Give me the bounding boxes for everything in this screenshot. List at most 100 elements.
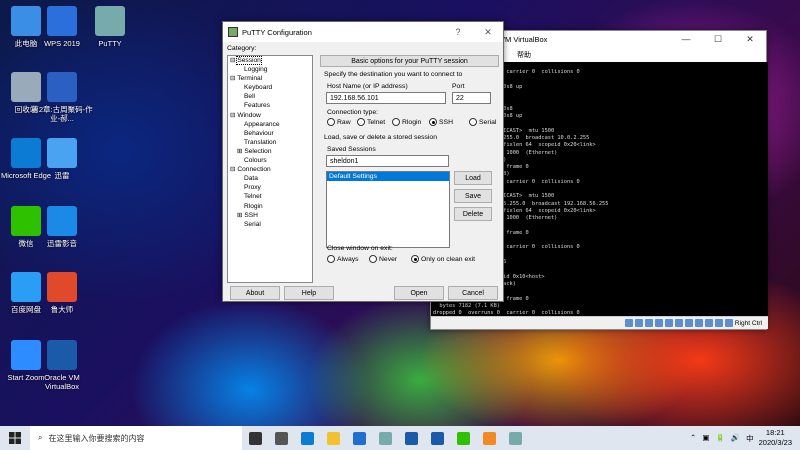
taskbar-app[interactable] bbox=[398, 426, 424, 450]
putty-window[interactable]: PuTTY Configuration ? ✕ Category: ⊟ Sessi… bbox=[222, 21, 504, 302]
help-button[interactable]: Help bbox=[284, 286, 334, 300]
port-input[interactable]: 22 bbox=[452, 92, 491, 104]
putty-title-bar[interactable]: PuTTY Configuration ? ✕ bbox=[223, 22, 503, 42]
radio-label: Never bbox=[379, 255, 398, 263]
cancel-button[interactable]: Cancel bbox=[448, 286, 498, 300]
tree-item-label: Appearance bbox=[244, 120, 280, 128]
tree-item-translation[interactable]: Translation bbox=[228, 138, 312, 147]
start-button[interactable] bbox=[0, 426, 30, 450]
usb-icon[interactable] bbox=[664, 319, 673, 327]
radio-raw[interactable]: Raw bbox=[327, 118, 351, 126]
close-option-1[interactable]: Never bbox=[369, 255, 397, 263]
maximize-icon[interactable]: ☐ bbox=[702, 34, 734, 45]
clock[interactable]: 18:21 2020/3/23 bbox=[759, 428, 792, 448]
shared-folder-icon[interactable] bbox=[674, 319, 683, 327]
desktop-icon-label: Oracle VM VirtualBox bbox=[44, 373, 80, 391]
tree-item-colours[interactable]: Colours bbox=[228, 156, 312, 165]
keyboard-icon[interactable] bbox=[724, 319, 733, 327]
taskbar-app[interactable] bbox=[242, 426, 268, 450]
about-button[interactable]: About bbox=[230, 286, 280, 300]
taskbar-app[interactable] bbox=[320, 426, 346, 450]
help-icon[interactable]: ? bbox=[443, 27, 473, 38]
radio-ssh[interactable]: SSH bbox=[429, 118, 453, 126]
tree-item-connection[interactable]: ⊟ Connection bbox=[228, 165, 312, 174]
tray-icon[interactable]: ⌃ bbox=[690, 433, 696, 444]
minimize-icon[interactable]: — bbox=[670, 34, 702, 45]
tray-icon[interactable]: 🔊 bbox=[731, 433, 740, 444]
taskbar-app[interactable] bbox=[294, 426, 320, 450]
desktop-icon[interactable]: 迅雷影音 bbox=[30, 206, 94, 248]
category-tree[interactable]: ⊟ Session Logging ⊟ Terminal Keyboard Bell Fe… bbox=[227, 55, 313, 283]
radio-circle bbox=[327, 118, 335, 126]
cortana-icon bbox=[248, 431, 262, 445]
tray-icon[interactable]: ▣ bbox=[702, 433, 709, 444]
saved-sessions-label: Saved Sessions bbox=[327, 146, 376, 153]
tree-item-label: Rlogin bbox=[244, 202, 263, 210]
radio-serial[interactable]: Serial bbox=[469, 118, 496, 126]
taskbar-app[interactable] bbox=[268, 426, 294, 450]
tree-item-label: Session bbox=[236, 56, 262, 65]
save-button[interactable]: Save bbox=[454, 189, 492, 203]
mouse-icon[interactable] bbox=[714, 319, 723, 327]
optical-icon[interactable] bbox=[634, 319, 643, 327]
tree-item-proxy[interactable]: Proxy bbox=[228, 183, 312, 192]
xunlei-video-icon bbox=[47, 206, 77, 236]
session-item[interactable]: Default Settings bbox=[327, 172, 449, 181]
desktop-icon[interactable]: 鲁大师 bbox=[30, 272, 94, 314]
tree-item-logging[interactable]: Logging bbox=[228, 65, 312, 74]
tray-icon[interactable]: 🔋 bbox=[715, 433, 724, 444]
tree-item-window[interactable]: ⊟ Window bbox=[228, 111, 312, 120]
taskbar-app[interactable] bbox=[502, 426, 528, 450]
radio-label: Only on clean exit bbox=[421, 255, 476, 263]
desktop-icon[interactable]: 第2章:古周聚码-作业-郝... bbox=[30, 72, 94, 123]
taskbar-app[interactable] bbox=[346, 426, 372, 450]
recording-icon[interactable] bbox=[694, 319, 703, 327]
close-option-0[interactable]: Always bbox=[327, 255, 359, 263]
tree-item-behaviour[interactable]: Behaviour bbox=[228, 129, 312, 138]
radio-rlogin[interactable]: Rlogin bbox=[392, 118, 421, 126]
tree-item-data[interactable]: Data bbox=[228, 174, 312, 183]
tree-item-selection[interactable]: ⊞ Selection bbox=[228, 147, 312, 156]
load-button[interactable]: Load bbox=[454, 171, 492, 185]
menu-item[interactable]: 帮助 bbox=[517, 50, 531, 60]
saved-session-input[interactable]: sheldon1 bbox=[326, 155, 449, 167]
tree-item-label: Data bbox=[244, 175, 258, 183]
tree-item-features[interactable]: Features bbox=[228, 101, 312, 110]
tray-icon[interactable]: 中 bbox=[746, 433, 754, 444]
delete-button[interactable]: Delete bbox=[454, 207, 492, 221]
taskbar-app[interactable] bbox=[424, 426, 450, 450]
virtualbox-icon bbox=[47, 340, 77, 370]
tree-item-label: Terminal bbox=[237, 75, 263, 83]
tree-item-session[interactable]: ⊟ Session bbox=[228, 56, 312, 65]
sessions-list[interactable]: Default Settings bbox=[326, 171, 450, 248]
taskbar-app[interactable] bbox=[372, 426, 398, 450]
network-icon[interactable] bbox=[654, 319, 663, 327]
desktop-icon[interactable]: PuTTY bbox=[78, 6, 142, 48]
tree-item-appearance[interactable]: Appearance bbox=[228, 120, 312, 129]
audio-icon[interactable] bbox=[644, 319, 653, 327]
tree-item-bell[interactable]: Bell bbox=[228, 92, 312, 101]
tree-item-terminal[interactable]: ⊟ Terminal bbox=[228, 74, 312, 83]
tree-item-label: Keyboard bbox=[244, 84, 273, 92]
desktop-icon[interactable]: Oracle VM VirtualBox bbox=[30, 340, 94, 391]
close-icon[interactable]: ✕ bbox=[473, 27, 503, 38]
host-input[interactable]: 192.168.56.101 bbox=[326, 92, 446, 104]
tree-item-rlogin[interactable]: Rlogin bbox=[228, 202, 312, 211]
radio-telnet[interactable]: Telnet bbox=[357, 118, 385, 126]
hdd-icon[interactable] bbox=[624, 319, 633, 327]
taskbar-app[interactable] bbox=[450, 426, 476, 450]
taskbar-search[interactable]: ⌕ 在这里输入你要搜索的内容 bbox=[30, 426, 242, 450]
open-button[interactable]: Open bbox=[394, 286, 444, 300]
tree-item-serial[interactable]: Serial bbox=[228, 220, 312, 229]
tree-item-ssh[interactable]: ⊞ SSH bbox=[228, 211, 312, 220]
radio-label: Raw bbox=[337, 118, 351, 126]
file-explorer-icon bbox=[326, 431, 340, 445]
cpu-icon[interactable] bbox=[704, 319, 713, 327]
close-option-2[interactable]: Only on clean exit bbox=[411, 255, 475, 263]
desktop-icon[interactable]: 迅雷 bbox=[30, 138, 94, 180]
tree-item-keyboard[interactable]: Keyboard bbox=[228, 83, 312, 92]
display-icon[interactable] bbox=[684, 319, 693, 327]
tree-item-telnet[interactable]: Telnet bbox=[228, 192, 312, 201]
close-icon[interactable]: ✕ bbox=[734, 34, 766, 45]
taskbar-app[interactable] bbox=[476, 426, 502, 450]
